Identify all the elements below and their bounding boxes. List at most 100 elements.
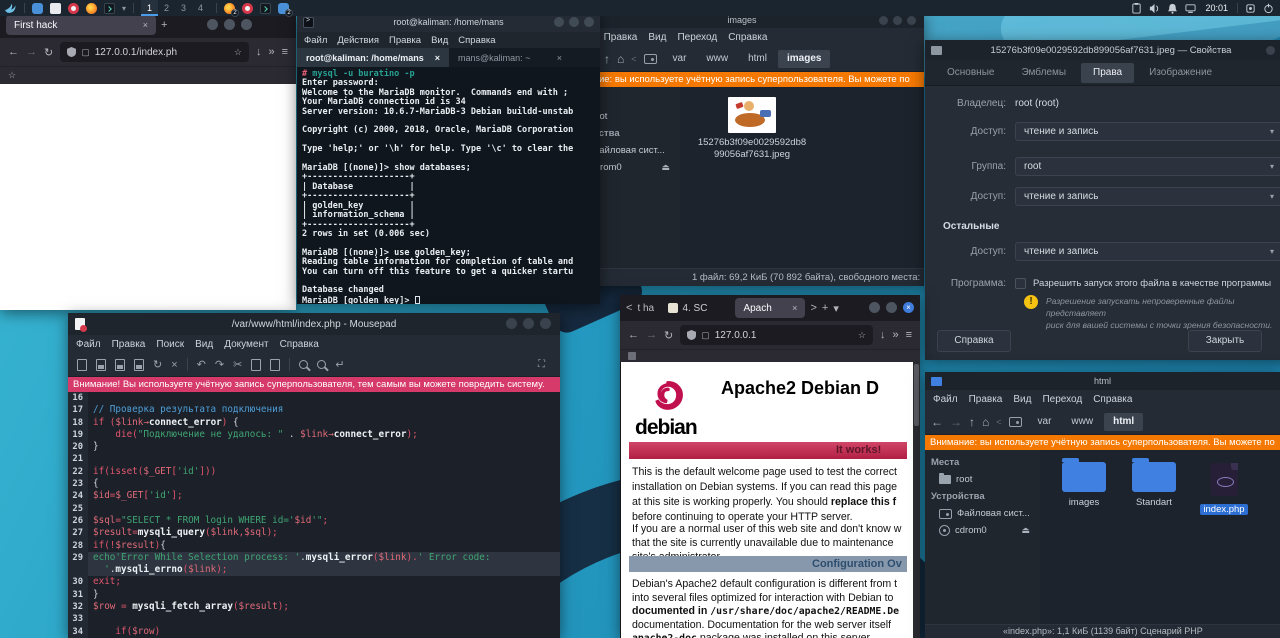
file-item-jpeg[interactable]: 15276b3f09e0029592db899056af7631.jpeg: [692, 97, 812, 161]
taskbar-terminal-icon[interactable]: [260, 3, 271, 14]
back-icon[interactable]: ←: [931, 415, 943, 429]
bookmark-star-icon[interactable]: ☆: [234, 47, 242, 58]
others-access-dropdown[interactable]: чтение и запись▾: [1015, 242, 1280, 261]
menu-item-Переход[interactable]: Переход: [677, 32, 717, 43]
minimize-button[interactable]: [879, 16, 888, 25]
menu-item-Действия[interactable]: Действия: [337, 35, 379, 46]
breadcrumb-var[interactable]: var: [1029, 413, 1061, 431]
file-list-area[interactable]: 15276b3f09e0029592db899056af7631.jpeg: [680, 87, 924, 268]
owner-access-dropdown[interactable]: чтение и запись▾: [1015, 122, 1280, 141]
menu-item-Поиск[interactable]: Поиск: [156, 339, 184, 350]
file-list-area[interactable]: images Standart index.php: [1040, 450, 1280, 624]
minimize-button[interactable]: [554, 17, 564, 27]
maximize-button[interactable]: [893, 16, 902, 25]
breadcrumb-www[interactable]: www: [697, 50, 737, 68]
reload-icon[interactable]: ↻: [153, 358, 162, 371]
tor-browser-launcher-icon[interactable]: [68, 3, 79, 14]
close-button[interactable]: [907, 16, 916, 25]
back-icon[interactable]: ←: [628, 329, 639, 341]
sidebar-item-root[interactable]: root: [925, 471, 1040, 488]
tab-screenshot[interactable]: 4. SC: [668, 303, 730, 314]
taskbar-editor-icon[interactable]: [242, 3, 253, 14]
bookmark-item-icon[interactable]: [628, 352, 636, 360]
title-bar[interactable]: html: [925, 372, 1280, 390]
menu-item-Вид[interactable]: Вид: [431, 35, 448, 46]
tab-Основные[interactable]: Основные: [935, 63, 1006, 83]
home-icon[interactable]: ⌂: [617, 52, 624, 66]
code-editor[interactable]: 16 17// Проверка результата подключения1…: [68, 392, 560, 638]
allow-execute-checkbox[interactable]: [1015, 278, 1026, 289]
menu-item-Правка[interactable]: Правка: [604, 32, 638, 43]
breadcrumb-html[interactable]: html: [1104, 413, 1143, 431]
forward-icon[interactable]: →: [646, 329, 657, 341]
tab-Изображение[interactable]: Изображение: [1137, 63, 1224, 83]
session-icon[interactable]: [1245, 3, 1256, 14]
minimize-button[interactable]: [1266, 46, 1275, 55]
menu-item-Переход[interactable]: Переход: [1042, 394, 1082, 405]
url-bar[interactable]: ▢ 127.0.0.1/index.ph ☆: [60, 42, 249, 62]
new-tab-button[interactable]: +: [822, 302, 828, 314]
close-file-icon[interactable]: ×: [171, 359, 177, 371]
terminal-output[interactable]: # mysql -u buratino -pEnter password: We…: [297, 67, 600, 303]
breadcrumb-html[interactable]: html: [739, 50, 776, 68]
breadcrumb-images[interactable]: images: [778, 50, 830, 68]
maximize-button[interactable]: [569, 17, 579, 27]
editor-launcher-icon[interactable]: [50, 3, 61, 14]
close-button[interactable]: ×: [903, 302, 914, 313]
reload-icon[interactable]: ↻: [44, 46, 53, 59]
menu-item-Справка[interactable]: Справка: [1093, 394, 1132, 405]
power-icon[interactable]: [1263, 3, 1274, 14]
clipboard-tray-icon[interactable]: [1131, 3, 1142, 14]
url-bar[interactable]: ▢ 127.0.0.1 ☆: [680, 325, 873, 345]
search-replace-icon[interactable]: [317, 360, 326, 369]
close-dialog-button[interactable]: Закрыть: [1188, 330, 1262, 352]
firefox-launcher-icon[interactable]: [86, 3, 97, 14]
group-access-dropdown[interactable]: чтение и запись▾: [1015, 187, 1280, 206]
title-bar[interactable]: 15276b3f09e0029592db899056af7631.jpeg — …: [925, 40, 1280, 60]
close-button[interactable]: [540, 318, 551, 329]
tab-list-icon[interactable]: ▾: [833, 302, 839, 315]
maximize-button[interactable]: [224, 19, 235, 30]
tab-apache-active[interactable]: Apach ×: [735, 298, 805, 318]
menu-item-Вид[interactable]: Вид: [648, 32, 666, 43]
new-tab-button[interactable]: +: [161, 19, 167, 31]
fullscreen-icon[interactable]: ⛶: [538, 359, 550, 371]
tab-partial[interactable]: t ha: [637, 303, 663, 314]
back-icon[interactable]: ←: [8, 46, 19, 58]
terminal-tab-mans[interactable]: mans@kaliman: ~×: [449, 48, 571, 67]
crumb-scroll-left-icon[interactable]: <: [631, 54, 636, 64]
filesystem-root-icon[interactable]: [1009, 417, 1022, 427]
help-button[interactable]: Справка: [937, 330, 1011, 352]
save-as-icon[interactable]: [134, 359, 144, 371]
close-button[interactable]: [584, 17, 594, 27]
menu-item-Файл[interactable]: Файл: [304, 35, 327, 46]
overflow-icon[interactable]: »: [268, 46, 274, 58]
breadcrumb-www[interactable]: www: [1062, 413, 1102, 431]
clock[interactable]: 20:01: [1203, 3, 1230, 13]
overflow-icon[interactable]: »: [892, 329, 898, 341]
minimize-button[interactable]: [506, 318, 517, 329]
menu-item-Правка[interactable]: Правка: [389, 35, 421, 46]
open-file-icon[interactable]: [96, 359, 106, 371]
group-dropdown[interactable]: root▾: [1015, 157, 1280, 176]
maximize-button[interactable]: [523, 318, 534, 329]
file-item-index-php[interactable]: index.php: [1192, 462, 1256, 517]
tab-Права[interactable]: Права: [1081, 63, 1134, 83]
menu-icon[interactable]: ≡: [282, 46, 288, 58]
copy-icon[interactable]: [251, 359, 261, 371]
sidebar-item-cdrom[interactable]: cdrom0⏏: [925, 522, 1040, 539]
tab-scroll-right-icon[interactable]: >: [810, 302, 816, 314]
tab-close-icon[interactable]: ×: [435, 53, 440, 63]
menu-item-Файл[interactable]: Файл: [933, 394, 958, 405]
close-button[interactable]: [241, 19, 252, 30]
undo-icon[interactable]: ↶: [197, 358, 206, 371]
launcher-expand-icon[interactable]: ▾: [122, 4, 126, 13]
forward-icon[interactable]: →: [26, 46, 37, 58]
terminal-tab-root[interactable]: root@kaliman: /home/mans×: [297, 48, 449, 67]
files-launcher-icon[interactable]: [32, 3, 43, 14]
menu-item-Правка[interactable]: Правка: [112, 339, 146, 350]
apache-default-page[interactable]: debian Apache2 Debian D It works! This i…: [620, 362, 920, 638]
new-file-icon[interactable]: [77, 359, 87, 371]
menu-item-Справка[interactable]: Справка: [280, 339, 319, 350]
up-icon[interactable]: ↑: [604, 52, 610, 66]
